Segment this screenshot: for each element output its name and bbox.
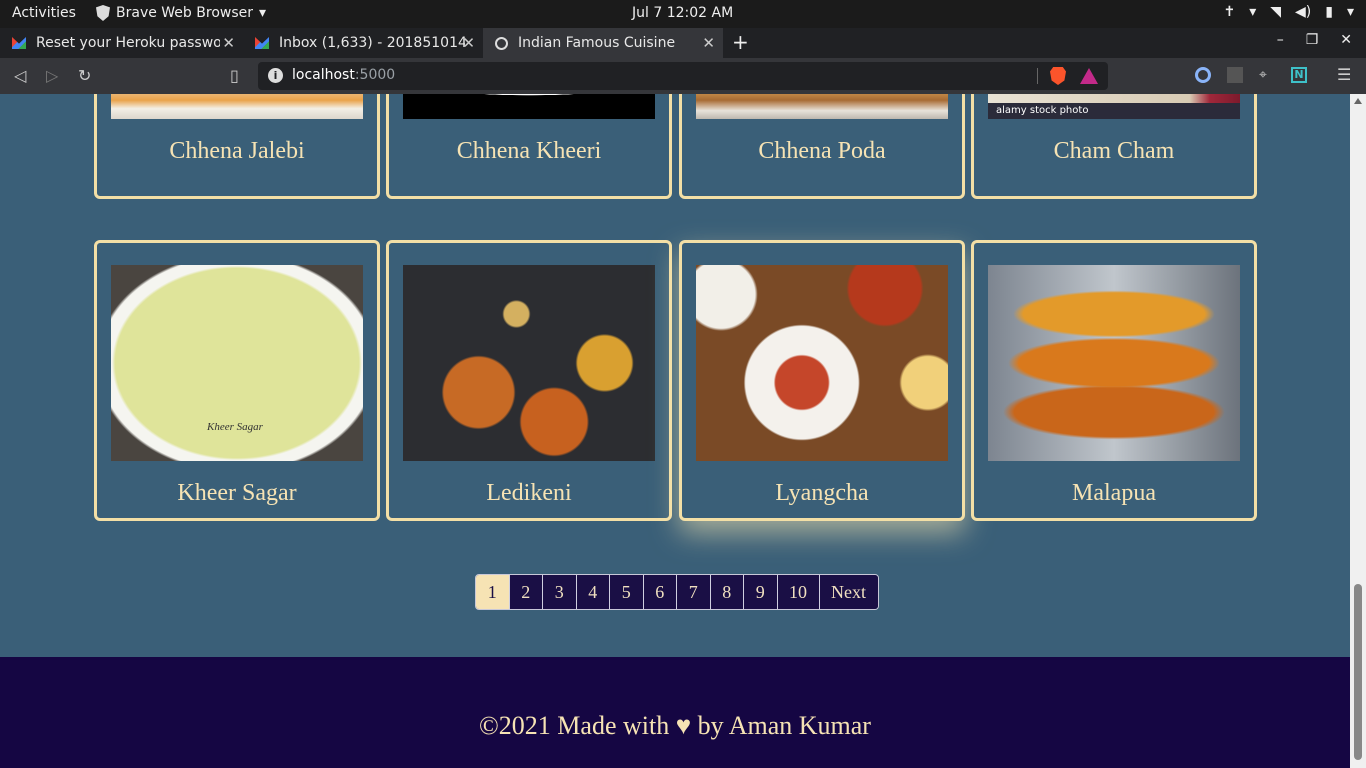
maximize-button[interactable]: ❐	[1306, 32, 1319, 48]
food-image[interactable]	[696, 94, 948, 119]
address-bar[interactable]: i localhost:5000	[258, 62, 1108, 90]
footer-text: ©2021 Made with ♥ by Aman Kumar	[479, 711, 871, 740]
chevron-down-icon: ▾	[1346, 4, 1354, 20]
food-card[interactable]: alamy stock photo Cham Cham	[971, 94, 1257, 199]
page-link-10[interactable]: 10	[777, 575, 820, 609]
new-tab-button[interactable]: +	[732, 30, 749, 54]
system-top-bar: Activities Brave Web Browser ▾ Jul 7 12:…	[0, 0, 1366, 28]
navigation-bar: ◁ ▷ ↻ ▯ i localhost:5000 ⌖ N ☰	[0, 58, 1366, 94]
site-info-icon[interactable]: i	[268, 68, 283, 83]
pagination: 1 2 3 4 5 6 7 8 9 10 Next	[475, 574, 879, 610]
page-link-8[interactable]: 8	[710, 575, 744, 609]
tab-title: Indian Famous Cuisine	[518, 35, 676, 51]
wifi-icon: ◥	[1270, 4, 1282, 20]
app-menu[interactable]: Brave Web Browser ▾	[96, 5, 266, 21]
app-name: Brave Web Browser	[116, 5, 253, 21]
brave-rewards-icon[interactable]	[1080, 68, 1098, 84]
gmail-icon	[255, 37, 269, 49]
cursor-extension-icon[interactable]: ⌖	[1259, 67, 1275, 83]
gmail-icon	[12, 37, 26, 49]
page-link-6[interactable]: 6	[643, 575, 677, 609]
bookmark-icon[interactable]: ▯	[230, 66, 239, 85]
food-image[interactable]	[696, 265, 948, 461]
scrollbar-thumb[interactable]	[1354, 584, 1362, 760]
page-link-7[interactable]: 7	[677, 575, 711, 609]
menu-icon[interactable]: ☰	[1337, 65, 1351, 84]
close-icon[interactable]: ✕	[222, 34, 235, 52]
close-icon[interactable]: ✕	[702, 34, 715, 52]
food-image[interactable]	[988, 265, 1240, 461]
food-card[interactable]: Chhena Poda	[679, 94, 965, 199]
page-link-1[interactable]: 1	[476, 575, 510, 609]
forward-button[interactable]: ▷	[46, 66, 58, 85]
tab-title: Reset your Heroku passwo	[36, 35, 220, 51]
food-name[interactable]: Cham Cham	[974, 138, 1254, 165]
vertical-scrollbar[interactable]	[1350, 94, 1366, 768]
back-button[interactable]: ◁	[14, 66, 26, 85]
minimize-button[interactable]: –	[1277, 32, 1284, 48]
page-content: Chhena Jalebi Chhena Kheeri Chhena Poda …	[0, 94, 1350, 768]
food-card[interactable]: Malapua	[971, 240, 1257, 521]
battery-icon: ▮	[1325, 4, 1333, 20]
next-page-button[interactable]: Next	[819, 575, 878, 609]
page-link-3[interactable]: 3	[543, 575, 577, 609]
divider	[1037, 68, 1038, 84]
food-name[interactable]: Lyangcha	[682, 480, 962, 507]
url-host: localhost	[292, 67, 355, 83]
food-card[interactable]: Chhena Jalebi	[94, 94, 380, 199]
image-caption: Kheer Sagar	[207, 421, 263, 433]
food-name[interactable]: Ledikeni	[389, 480, 669, 507]
food-image[interactable]	[403, 94, 655, 119]
globe-icon	[495, 36, 508, 50]
close-window-button[interactable]: ✕	[1340, 32, 1352, 48]
page-link-4[interactable]: 4	[576, 575, 610, 609]
url-port: :5000	[354, 67, 396, 83]
page-footer: ©2021 Made with ♥ by Aman Kumar	[0, 657, 1350, 768]
food-card[interactable]: Kheer Sagar Kheer Sagar	[94, 240, 380, 521]
chevron-down-icon: ▾	[259, 5, 267, 21]
food-card[interactable]: Chhena Kheeri	[386, 94, 672, 199]
image-watermark: alamy stock photo	[988, 103, 1240, 119]
chevron-down-icon: ▾	[1249, 4, 1257, 20]
extension-icon[interactable]	[1227, 67, 1243, 83]
window-controls: – ❐ ✕	[1277, 32, 1352, 48]
close-icon[interactable]: ✕	[462, 34, 475, 52]
tab-indian-cuisine[interactable]: Indian Famous Cuisine ✕	[483, 28, 723, 58]
food-name[interactable]: Chhena Poda	[682, 138, 962, 165]
page-link-2[interactable]: 2	[509, 575, 543, 609]
accessibility-icon[interactable]: ✝	[1223, 4, 1235, 20]
food-card[interactable]: Lyangcha	[679, 240, 965, 521]
food-name[interactable]: Malapua	[974, 480, 1254, 507]
food-image[interactable]: Kheer Sagar	[111, 265, 363, 461]
food-name[interactable]: Chhena Kheeri	[389, 138, 669, 165]
n-extension-icon[interactable]: N	[1291, 67, 1307, 83]
food-name[interactable]: Kheer Sagar	[97, 480, 377, 507]
url-text[interactable]: localhost:5000	[292, 67, 395, 83]
tab-strip: Reset your Heroku passwo ✕ Inbox (1,633)…	[0, 28, 1366, 58]
tab-inbox[interactable]: Inbox (1,633) - 201851014@ ✕	[243, 28, 483, 58]
scroll-up-icon[interactable]	[1354, 98, 1362, 104]
tab-title: Inbox (1,633) - 201851014@	[279, 35, 465, 51]
clock[interactable]: Jul 7 12:02 AM	[632, 5, 733, 21]
tab-heroku[interactable]: Reset your Heroku passwo ✕	[0, 28, 243, 58]
system-tray[interactable]: ✝ ▾ ◥ ◀) ▮ ▾	[1223, 4, 1354, 20]
reload-button[interactable]: ↻	[78, 66, 91, 85]
food-name[interactable]: Chhena Jalebi	[97, 138, 377, 165]
volume-icon: ◀)	[1295, 4, 1312, 20]
page-link-9[interactable]: 9	[744, 575, 778, 609]
food-image[interactable]	[403, 265, 655, 461]
brave-shield-icon	[96, 5, 110, 21]
page-link-5[interactable]: 5	[610, 575, 644, 609]
food-image[interactable]	[111, 94, 363, 119]
extension-icon[interactable]	[1195, 67, 1211, 83]
food-card[interactable]: Ledikeni	[386, 240, 672, 521]
brave-shields-icon[interactable]	[1050, 67, 1066, 85]
activities-button[interactable]: Activities	[12, 5, 76, 21]
food-image[interactable]: alamy stock photo	[988, 94, 1240, 119]
